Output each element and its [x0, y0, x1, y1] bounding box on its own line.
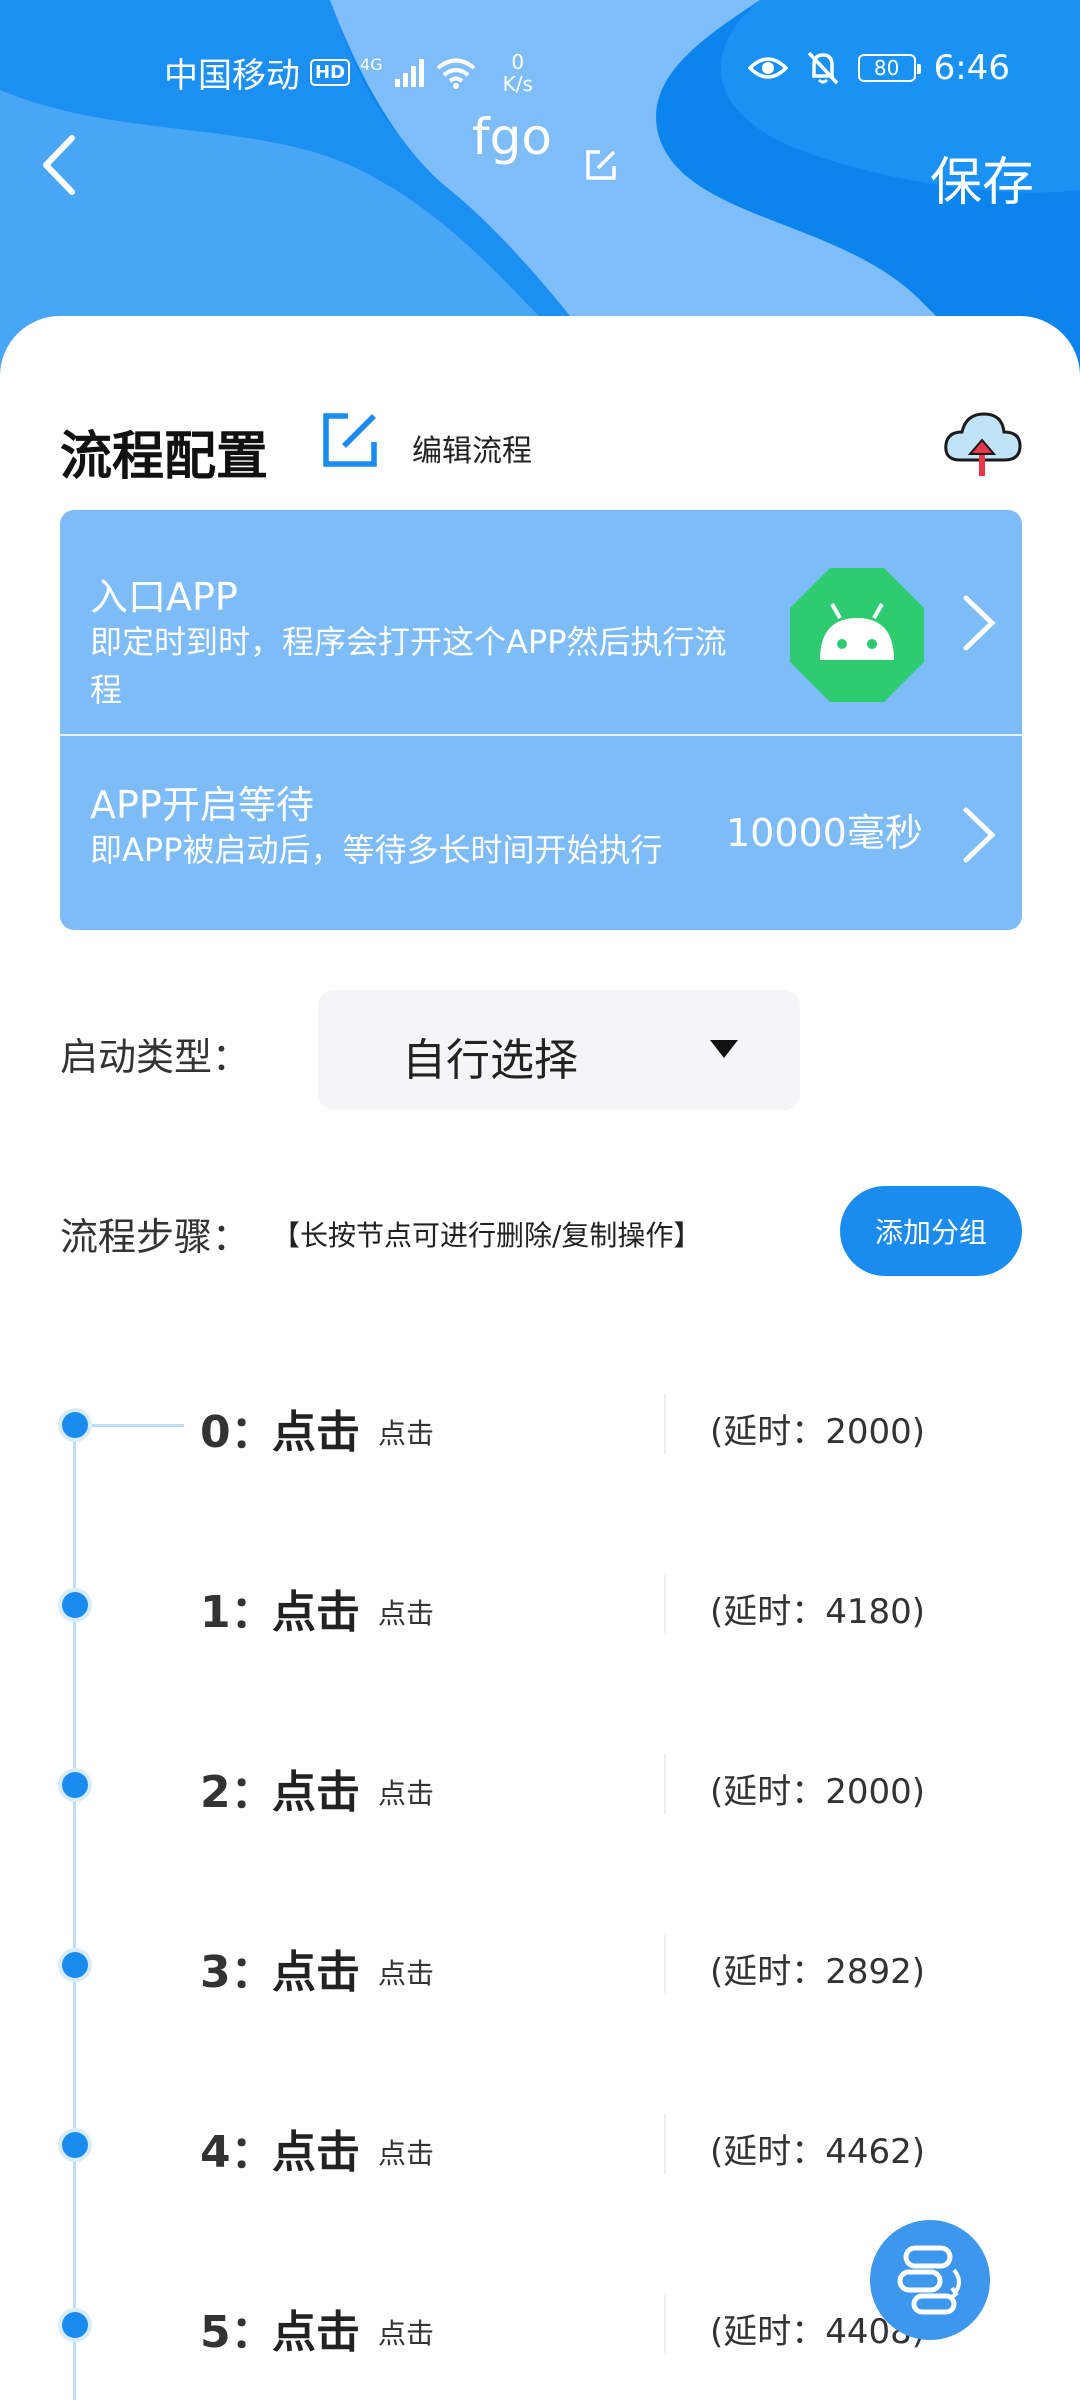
dropdown-caret-icon [710, 1040, 738, 1058]
launch-type-value: 自行选择 [402, 1035, 578, 1086]
step-action: 点击 [272, 2307, 360, 2358]
back-arrow-icon [43, 135, 75, 195]
edit-flow-icon[interactable] [320, 410, 380, 470]
step-index: 0： [200, 1407, 275, 1458]
net-speed-value: 0 [511, 49, 525, 74]
wifi-icon [436, 58, 475, 89]
step-row[interactable]: 3： 点击 点击 (延时：2892) [0, 1914, 1080, 2014]
step-delay: (延时：4180) [710, 1592, 926, 1632]
bell-muted-icon [807, 51, 838, 85]
status-right: 80 6:46 [747, 48, 1010, 88]
steps-hint: 【长按节点可进行删除/复制操作】 [272, 1219, 702, 1252]
timeline-node-icon [62, 1772, 88, 1798]
step-index: 5： [200, 2307, 275, 2358]
step-action: 点击 [272, 1767, 360, 1818]
title-edit-icon[interactable] [584, 148, 618, 182]
timeline-node-icon [62, 1952, 88, 1978]
step-delay: (延时：2000) [710, 1772, 926, 1812]
net-speed: 0 K/s [503, 51, 533, 95]
step-action-type: 点击 [378, 2137, 435, 2170]
launch-type-label: 启动类型： [60, 1035, 251, 1079]
status-bar: 中国移动 HD 4G 0 K/s 80 6:46 [0, 40, 1080, 100]
timeline-node-icon [62, 1412, 88, 1438]
launch-type-select[interactable]: 自行选择 [318, 990, 800, 1110]
flow-switch-icon [897, 2245, 961, 2315]
carrier-name: 中国移动 [164, 56, 300, 96]
step-divider [664, 1574, 666, 1634]
entry-app-description: 即定时到时，程序会打开这个APP然后执行流程 [90, 623, 727, 709]
app-config-panel: 入口APP 即定时到时，程序会打开这个APP然后执行流程 APP开启等待 即AP… [60, 510, 1022, 930]
step-index: 1： [200, 1587, 275, 1638]
eye-icon [747, 57, 788, 79]
step-index: 3： [200, 1947, 275, 1998]
flow-fab-button[interactable] [870, 2220, 990, 2340]
timeline-node-icon [62, 2132, 88, 2158]
steps-label: 流程步骤： [60, 1215, 251, 1259]
hd-badge: HD [310, 59, 351, 86]
app-wait-title: APP开启等待 [90, 783, 314, 827]
battery-level: 80 [873, 56, 900, 80]
clock: 6:46 [933, 48, 1010, 88]
entry-app-row[interactable]: 入口APP 即定时到时，程序会打开这个APP然后执行流程 [60, 510, 1022, 736]
timeline-node-icon [62, 1592, 88, 1618]
cloud-upload-icon[interactable] [942, 404, 1022, 480]
back-button[interactable] [36, 130, 96, 200]
app-wait-row[interactable]: APP开启等待 即APP被启动后，等待多长时间开始执行 10000毫秒 [60, 736, 1022, 930]
step-delay: (延时：2000) [710, 1412, 926, 1452]
step-action-type: 点击 [378, 1957, 435, 1990]
net-speed-unit: K/s [502, 71, 533, 96]
step-divider [664, 1934, 666, 1994]
section-title: 流程配置 [60, 427, 269, 487]
step-divider [664, 1394, 666, 1454]
signal-icon [394, 58, 424, 87]
step-action-type: 点击 [378, 1597, 435, 1630]
step-index: 2： [200, 1767, 275, 1818]
app-wait-description: 即APP被启动后，等待多长时间开始执行 [90, 831, 663, 869]
step-action: 点击 [272, 1587, 360, 1638]
app-wait-value: 10000毫秒 [726, 811, 923, 855]
battery-icon: 80 [857, 54, 921, 82]
step-divider [664, 2114, 666, 2174]
entry-app-title: 入口APP [90, 575, 238, 619]
edit-flow-label[interactable]: 编辑流程 [412, 426, 532, 470]
step-action: 点击 [272, 1947, 360, 1998]
step-index: 4： [200, 2127, 275, 2178]
add-group-button[interactable]: 添加分组 [840, 1186, 1022, 1276]
save-button[interactable]: 保存 [930, 140, 1034, 215]
step-action-type: 点击 [378, 2317, 435, 2350]
android-app-icon [790, 568, 924, 702]
step-delay: (延时：4462) [710, 2132, 926, 2172]
step-row[interactable]: 4： 点击 点击 (延时：4462) [0, 2094, 1080, 2194]
chevron-right-icon [963, 807, 996, 863]
step-action: 点击 [272, 2127, 360, 2178]
step-action: 点击 [272, 1407, 360, 1458]
page-title: fgo [472, 108, 552, 166]
step-delay: (延时：2892) [710, 1952, 926, 1992]
step-action-type: 点击 [378, 1777, 435, 1810]
step-row[interactable]: 1： 点击 点击 (延时：4180) [0, 1554, 1080, 1654]
step-divider [664, 2294, 666, 2354]
step-divider [664, 1754, 666, 1814]
step-action-type: 点击 [378, 1417, 435, 1450]
step-row[interactable]: 2： 点击 点击 (延时：2000) [0, 1734, 1080, 1834]
timeline-node-icon [62, 2312, 88, 2338]
signal-type: 4G [360, 55, 383, 74]
status-left: 中国移动 HD 4G 0 K/s [164, 48, 533, 97]
step-row[interactable]: 0： 点击 点击 (延时：2000) [0, 1374, 1080, 1474]
chevron-right-icon [963, 595, 996, 651]
